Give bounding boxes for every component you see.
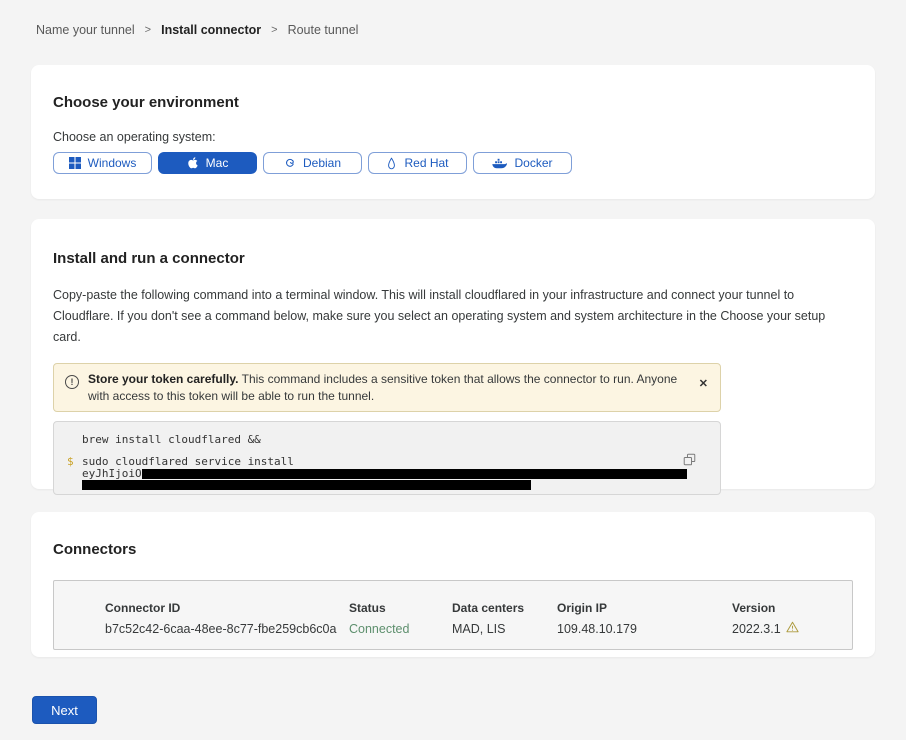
environment-card-title: Choose your environment	[53, 94, 853, 111]
os-button-docker[interactable]: Docker	[473, 152, 572, 174]
redacted-token-bar	[82, 480, 531, 490]
token-line: eyJhIjoiO	[82, 468, 720, 479]
copy-icon[interactable]	[683, 453, 696, 469]
debian-icon	[284, 157, 296, 169]
redacted-token-bar	[142, 469, 687, 479]
shell-prompt: $	[67, 455, 74, 468]
info-icon: !	[65, 375, 79, 389]
breadcrumb-install-connector[interactable]: Install connector	[161, 23, 261, 37]
apple-icon	[187, 157, 199, 170]
install-description: Copy-paste the following command into a …	[53, 285, 848, 348]
header-status: Status	[349, 600, 452, 616]
breadcrumb-route-tunnel[interactable]: Route tunnel	[288, 23, 359, 37]
install-command-code-block: brew install cloudflared && $sudo cloudf…	[53, 421, 721, 495]
breadcrumb: Name your tunnel > Install connector > R…	[0, 0, 906, 37]
os-button-label: Mac	[206, 156, 229, 170]
cell-status: Connected	[349, 621, 452, 637]
os-button-label: Debian	[303, 156, 341, 170]
close-icon[interactable]: ✕	[699, 379, 708, 390]
command-line-2-text: sudo cloudflared service install	[82, 455, 294, 468]
docker-icon	[492, 158, 507, 169]
os-button-mac[interactable]: Mac	[158, 152, 257, 174]
header-origin-ip: Origin IP	[557, 600, 732, 616]
version-value: 2022.3.1	[732, 621, 781, 637]
choose-environment-card: Choose your environment Choose an operat…	[31, 65, 875, 199]
command-line-1: brew install cloudflared &&	[82, 433, 720, 446]
os-button-group: Windows Mac Debian Red Hat	[53, 152, 853, 174]
os-select-label: Choose an operating system:	[53, 130, 853, 144]
token-prefix: eyJhIjoiO	[82, 468, 142, 479]
token-line	[82, 479, 720, 490]
windows-icon	[69, 157, 81, 169]
chevron-separator-icon: >	[271, 24, 277, 36]
install-card-title: Install and run a connector	[53, 250, 853, 267]
chevron-separator-icon: >	[145, 24, 151, 36]
header-version: Version	[732, 600, 852, 616]
os-button-label: Docker	[514, 156, 552, 170]
os-button-windows[interactable]: Windows	[53, 152, 152, 174]
os-button-redhat[interactable]: Red Hat	[368, 152, 467, 174]
table-row: b7c52c42-6caa-48ee-8c77-fbe259cb6c0a Con…	[105, 621, 852, 637]
connectors-table-header-row: Connector ID Status Data centers Origin …	[105, 600, 852, 616]
next-button[interactable]: Next	[32, 696, 97, 724]
version-warning-icon[interactable]	[786, 621, 799, 637]
header-connector-id: Connector ID	[105, 600, 349, 616]
warning-text: Store your token carefully. This command…	[88, 371, 690, 404]
connectors-card-title: Connectors	[53, 541, 853, 558]
os-button-debian[interactable]: Debian	[263, 152, 362, 174]
install-connector-card: Install and run a connector Copy-paste t…	[31, 219, 875, 489]
header-data-centers: Data centers	[452, 600, 557, 616]
os-button-label: Red Hat	[404, 156, 448, 170]
connectors-table: Connector ID Status Data centers Origin …	[53, 580, 853, 650]
command-line-2: $sudo cloudflared service install	[82, 455, 720, 468]
cell-data-centers: MAD, LIS	[452, 621, 557, 637]
cell-origin-ip: 109.48.10.179	[557, 621, 732, 637]
redhat-icon	[386, 157, 397, 170]
token-warning-banner: ! Store your token carefully. This comma…	[53, 363, 721, 412]
cell-connector-id: b7c52c42-6caa-48ee-8c77-fbe259cb6c0a	[105, 621, 349, 637]
os-button-label: Windows	[88, 156, 137, 170]
connectors-card: Connectors Connector ID Status Data cent…	[31, 512, 875, 657]
cell-version: 2022.3.1	[732, 621, 852, 637]
warning-title: Store your token carefully.	[88, 372, 239, 386]
breadcrumb-name-your-tunnel[interactable]: Name your tunnel	[36, 23, 135, 37]
